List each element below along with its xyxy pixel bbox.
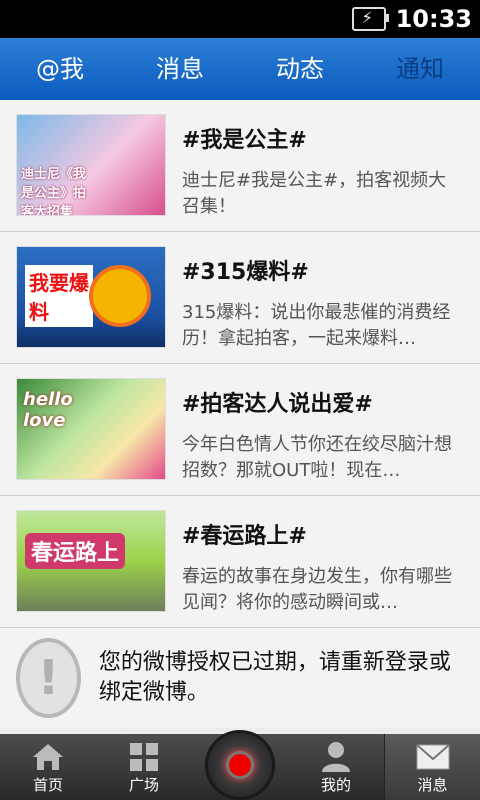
thumbnail-caption: hello love	[23, 389, 73, 431]
list-item[interactable]: hello love #拍客达人说出爱# 今年白色情人节你还在绞尽脑汁想招数？那…	[0, 364, 480, 496]
thumbnail-image: 迪士尼《我是公主》拍客大招集	[16, 114, 166, 216]
notification-list: 迪士尼《我是公主》拍客大招集 #我是公主# 迪士尼#我是公主#，拍客视频大召集！…	[0, 100, 480, 734]
item-title: #春运路上#	[182, 524, 307, 549]
thumbnail-caption: 迪士尼《我是公主》拍客大招集	[21, 167, 87, 216]
thumbnail-image: hello love	[16, 378, 166, 480]
item-description: 315爆料：说出你最悲催的消费经历！拿起拍客，一起来爆料…	[182, 302, 451, 349]
item-description: 迪士尼#我是公主#，拍客视频大召集！	[182, 170, 447, 217]
nav-home-label: 首页	[32, 776, 63, 794]
tab-activity[interactable]: 动态	[240, 38, 360, 100]
nav-messages-label: 消息	[417, 776, 448, 794]
thumbnail-image: 春运路上	[16, 510, 166, 612]
tab-bar: @我 消息 动态 通知	[0, 38, 480, 101]
list-item[interactable]: 我要爆料 #315爆料# 315爆料：说出你最悲催的消费经历！拿起拍客，一起来爆…	[0, 232, 480, 364]
nav-profile[interactable]: 我的	[288, 734, 384, 800]
nav-square-label: 广场	[128, 776, 159, 794]
item-title: #拍客达人说出爱#	[182, 392, 373, 417]
nav-messages[interactable]: 消息	[384, 734, 480, 800]
item-description: 今年白色情人节你还在绞尽脑汁想招数？那就OUT啦！现在…	[182, 434, 452, 481]
record-icon	[226, 751, 254, 779]
home-icon	[0, 740, 96, 774]
exclamation-icon: !	[16, 638, 81, 718]
thumbnail-caption: 春运路上	[25, 533, 126, 569]
thumbnail-caption: 我要爆料	[25, 265, 93, 327]
status-time: 10:33	[395, 5, 472, 33]
item-description: 春运的故事在身边发生，你有哪些见闻？将你的感动瞬间或…	[182, 566, 452, 613]
nav-square[interactable]: 广场	[96, 734, 192, 800]
list-item[interactable]: 春运路上 #春运路上# 春运的故事在身边发生，你有哪些见闻？将你的感动瞬间或…	[0, 496, 480, 628]
mail-icon	[385, 740, 480, 774]
item-title: #我是公主#	[182, 128, 307, 153]
notice-text: 您的微博授权已过期，请重新登录或绑定微博。	[98, 650, 451, 705]
grid-icon	[96, 740, 192, 774]
list-item[interactable]: 迪士尼《我是公主》拍客大招集 #我是公主# 迪士尼#我是公主#，拍客视频大召集！	[0, 100, 480, 232]
item-title: #315爆料#	[182, 260, 309, 285]
auth-expired-notice[interactable]: ! 您的微博授权已过期，请重新登录或绑定微博。	[0, 628, 480, 728]
thumbnail-decoration	[89, 265, 151, 327]
tab-mentions[interactable]: @我	[0, 38, 120, 100]
record-button[interactable]	[205, 730, 275, 800]
tab-notifications[interactable]: 通知	[360, 38, 480, 100]
nav-home[interactable]: 首页	[0, 734, 96, 800]
tab-messages[interactable]: 消息	[120, 38, 240, 100]
battery-icon: ⚡	[351, 7, 389, 31]
person-icon	[288, 740, 384, 774]
thumbnail-image: 我要爆料	[16, 246, 166, 348]
status-bar: ⚡ 10:33	[0, 0, 480, 38]
nav-profile-label: 我的	[320, 776, 351, 794]
